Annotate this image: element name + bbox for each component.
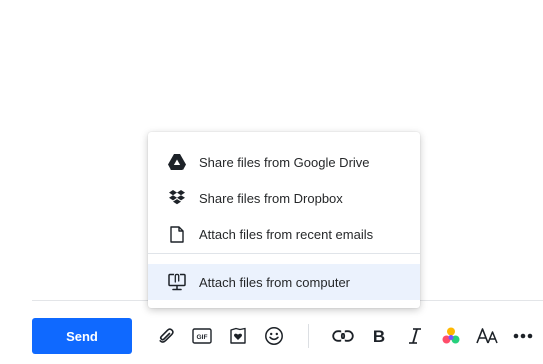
document-icon [168, 225, 186, 243]
toolbar-separator [308, 324, 309, 348]
menu-separator [148, 253, 420, 254]
menu-item-label: Share files from Dropbox [199, 190, 343, 206]
compose-window: Share files from Google Drive Share file… [0, 0, 543, 364]
google-drive-icon [168, 153, 186, 171]
svg-text:B: B [373, 327, 385, 345]
menu-item-label: Attach files from recent emails [199, 226, 374, 242]
sticker-icon[interactable] [227, 325, 249, 347]
menu-item-computer[interactable]: Attach files from computer [148, 264, 420, 300]
attach-menu: Share files from Google Drive Share file… [148, 132, 420, 308]
italic-icon[interactable] [404, 325, 426, 347]
font-size-icon[interactable] [476, 325, 498, 347]
svg-text:GIF: GIF [197, 334, 208, 341]
gif-icon[interactable]: GIF [191, 325, 213, 347]
more-options-icon[interactable] [512, 325, 534, 347]
dropbox-icon [168, 189, 186, 207]
send-button[interactable]: Send [32, 318, 132, 354]
menu-item-google-drive[interactable]: Share files from Google Drive [148, 144, 420, 180]
menu-item-recent-emails[interactable]: Attach files from recent emails [148, 216, 420, 252]
paperclip-icon[interactable] [155, 325, 177, 347]
bold-icon[interactable]: B [368, 325, 390, 347]
menu-item-dropbox[interactable]: Share files from Dropbox [148, 180, 420, 216]
menu-item-label: Attach files from computer [199, 274, 350, 290]
menu-item-label: Share files from Google Drive [199, 154, 370, 170]
link-icon[interactable] [332, 325, 354, 347]
emoji-icon[interactable] [263, 325, 285, 347]
color-palette-icon[interactable] [440, 325, 462, 347]
computer-attach-icon [168, 273, 186, 291]
